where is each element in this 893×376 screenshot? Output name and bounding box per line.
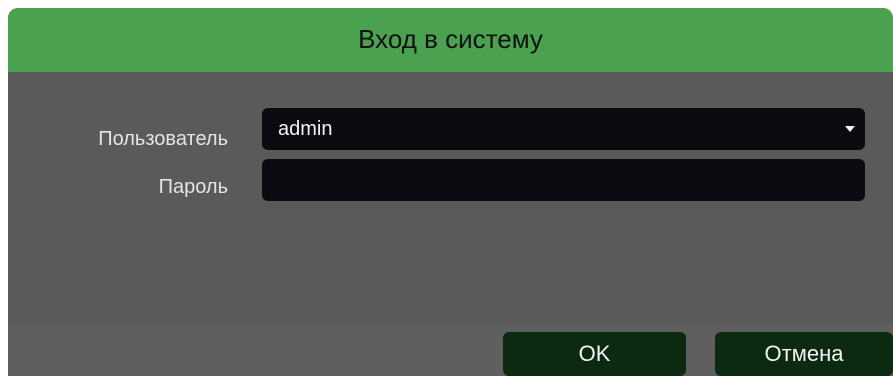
password-field[interactable]	[262, 159, 865, 201]
user-select-value: admin	[278, 118, 333, 140]
login-dialog: Вход в систему Пользователь admin Пароль…	[8, 8, 893, 376]
user-select[interactable]: admin	[262, 108, 865, 150]
chevron-down-icon	[845, 126, 855, 132]
password-label: Пароль	[158, 176, 228, 198]
cancel-button[interactable]: Отмена	[715, 332, 893, 376]
dialog-title-bar: Вход в систему	[8, 8, 893, 72]
ok-button[interactable]: OK	[503, 332, 686, 376]
user-label: Пользователь	[98, 128, 228, 150]
dialog-title: Вход в систему	[358, 24, 543, 54]
